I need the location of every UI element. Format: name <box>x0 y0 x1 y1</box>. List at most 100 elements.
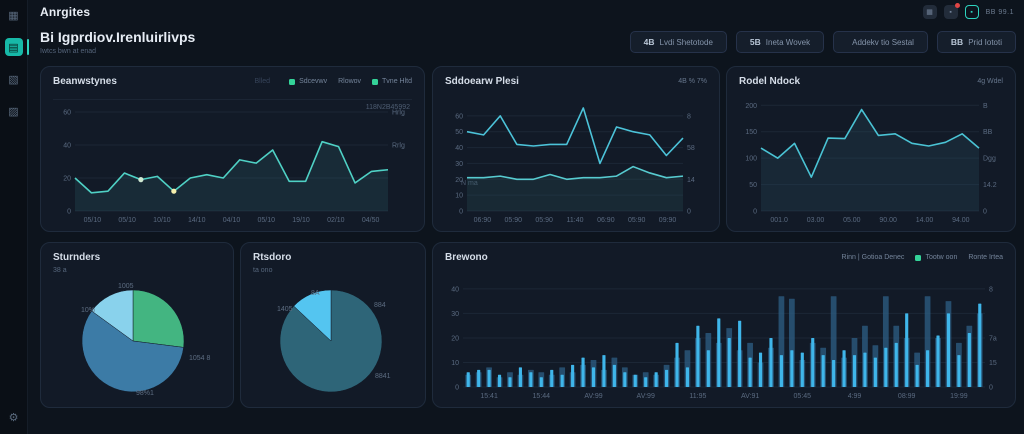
bars-chart[interactable]: 40830207a10150015:4115:44AV:99AV:9911:95… <box>443 278 1003 400</box>
compare-line-chart[interactable]: 608504058302014100006:9005:9005:9011:400… <box>443 94 707 224</box>
svg-text:19/10: 19/10 <box>292 217 310 224</box>
pie1-title: Sturnders <box>53 252 221 263</box>
svg-text:0: 0 <box>459 209 463 216</box>
header-divider <box>53 99 412 100</box>
pie-slice-label: 8841 <box>375 373 391 380</box>
svg-text:11:40: 11:40 <box>567 217 584 224</box>
filter-button-2-prefix: 5B <box>750 37 761 47</box>
grid-icon[interactable]: ▦ <box>5 6 23 24</box>
svg-text:90.00: 90.00 <box>879 217 897 224</box>
layers-icon[interactable]: ▨ <box>5 102 23 120</box>
app-title: Anrgites <box>40 5 90 19</box>
bell-glyph: ▪ <box>949 9 951 16</box>
notification-badge <box>955 3 960 8</box>
svg-text:58: 58 <box>687 145 695 152</box>
filter-button-1-prefix: 4B <box>644 37 655 47</box>
svg-text:14.2: 14.2 <box>983 182 997 189</box>
filter-button-4-prefix: BB <box>951 37 963 47</box>
svg-text:50: 50 <box>455 129 463 136</box>
svg-text:60: 60 <box>455 113 463 120</box>
pie2-chart[interactable] <box>279 289 383 393</box>
svg-text:40: 40 <box>63 143 71 150</box>
filter-button-4[interactable]: BB Prid Iototi <box>937 31 1016 53</box>
svg-text:0: 0 <box>687 209 691 216</box>
sidebar: ▦ ▤ ▧ ▨ ⚙ <box>0 0 28 434</box>
settings-icon[interactable]: ⚙ <box>5 408 23 426</box>
compare-card-title: Sddoearw Plesi <box>445 76 519 87</box>
model-chart-card: Rodel Ndock 4g Wdel 200B150BB100Dgg5014.… <box>726 66 1016 232</box>
pie1-chart[interactable] <box>81 289 185 393</box>
svg-text:BB: BB <box>983 129 993 136</box>
legend-item: Tootw oon <box>915 254 957 261</box>
filter-button-2[interactable]: 5B Ineta Wovek <box>736 31 824 53</box>
filter-button-1-label: Lvdi Shetotode <box>660 38 713 47</box>
svg-text:05:90: 05:90 <box>628 217 646 224</box>
svg-text:06:90: 06:90 <box>597 217 615 224</box>
svg-text:7a: 7a <box>989 335 997 342</box>
compare-chart-card: Sddoearw Plesi 4B % 7% N ma 608504058302… <box>432 66 720 232</box>
svg-text:AV:99: AV:99 <box>637 393 655 400</box>
svg-text:06:90: 06:90 <box>474 217 492 224</box>
svg-text:100: 100 <box>745 156 757 163</box>
svg-text:05/10: 05/10 <box>258 217 276 224</box>
pie-slice-label: 884 <box>374 302 386 309</box>
model-card-title: Rodel Ndock <box>739 76 800 87</box>
filter-button-2-label: Ineta Wovek <box>766 38 810 47</box>
svg-text:200: 200 <box>745 103 757 110</box>
svg-text:20: 20 <box>63 176 71 183</box>
bars-card-title: Brewono <box>445 252 488 263</box>
pie2-title: Rtsdoro <box>253 252 413 263</box>
bars-card: Brewono Rinn | Gotioa DenecTootw oonRont… <box>432 242 1016 408</box>
legend-swatch <box>289 79 295 85</box>
svg-text:11:95: 11:95 <box>689 393 706 400</box>
svg-text:0: 0 <box>983 209 987 216</box>
svg-text:4:99: 4:99 <box>848 393 862 400</box>
pie-slice-label: 1405 <box>277 306 293 313</box>
svg-text:05:90: 05:90 <box>505 217 523 224</box>
reports-icon[interactable]: ▧ <box>5 70 23 88</box>
page-header: Bi Igprdiov.Irenluirlivps Iwtcs bwn at e… <box>40 29 195 55</box>
notifications-icon[interactable]: ▪ <box>944 5 958 19</box>
svg-text:15: 15 <box>989 360 997 367</box>
svg-text:05:90: 05:90 <box>535 217 553 224</box>
legend-swatch <box>915 255 921 261</box>
svg-text:B: B <box>983 103 988 110</box>
svg-text:40: 40 <box>455 145 463 152</box>
legend-item: Rinn | Gotioa Denec <box>842 254 905 261</box>
svg-text:19:99: 19:99 <box>950 393 968 400</box>
filter-button-3[interactable]: Addekv tio Sestal <box>833 31 928 53</box>
svg-text:001.0: 001.0 <box>770 217 788 224</box>
filter-button-3-label: Addekv tio Sestal <box>852 38 914 47</box>
compare-head-right: 4B % 7% <box>678 78 707 85</box>
svg-text:Hrlg: Hrlg <box>392 110 405 117</box>
svg-text:94.00: 94.00 <box>952 217 970 224</box>
trend-line-chart[interactable]: 60Hrlg40Rrlg20005/1005/1010/1014/1004/10… <box>51 106 412 224</box>
model-head-right: 4g Wdel <box>977 78 1003 85</box>
page-subtitle: Iwtcs bwn at enad <box>40 48 195 55</box>
svg-text:50: 50 <box>749 182 757 189</box>
trend-chart-card: Beanwstynes Blled SdcevwvRlowovTvne Hltd… <box>40 66 425 232</box>
pie2-subtitle: ta ono <box>253 267 413 274</box>
svg-text:8: 8 <box>989 286 993 293</box>
svg-text:05.00: 05.00 <box>843 217 861 224</box>
svg-text:15:44: 15:44 <box>533 393 551 400</box>
analytics-icon[interactable]: ▤ <box>5 38 23 56</box>
pie2-card: Rtsdoro ta ono 8A 1405 884 8841 <box>240 242 426 408</box>
pie1-card: Sturnders 38 a 100510%1054 898%1 <box>40 242 234 408</box>
model-line-chart[interactable]: 200B150BB100Dgg5014.200001.003.0005.0090… <box>737 94 1003 224</box>
svg-text:05/10: 05/10 <box>118 217 136 224</box>
pie-slice-label: 8A <box>311 290 320 297</box>
svg-text:60: 60 <box>63 110 71 117</box>
clock-text: BB 99.1 <box>986 9 1014 16</box>
svg-text:30: 30 <box>451 311 459 318</box>
svg-text:10/10: 10/10 <box>153 217 171 224</box>
avatar[interactable]: ▪ <box>965 5 979 19</box>
svg-text:09:90: 09:90 <box>659 217 677 224</box>
filter-button-1[interactable]: 4B Lvdi Shetotode <box>630 31 727 53</box>
svg-text:14/10: 14/10 <box>188 217 206 224</box>
page-title: Bi Igprdiov.Irenluirlivps <box>40 29 195 45</box>
bars-legend: Rinn | Gotioa DenecTootw oonRonte Irtea <box>842 254 1003 261</box>
filter-button-4-label: Prid Iototi <box>968 38 1002 47</box>
apps-icon[interactable]: ▦ <box>923 5 937 19</box>
svg-text:8: 8 <box>687 113 691 120</box>
